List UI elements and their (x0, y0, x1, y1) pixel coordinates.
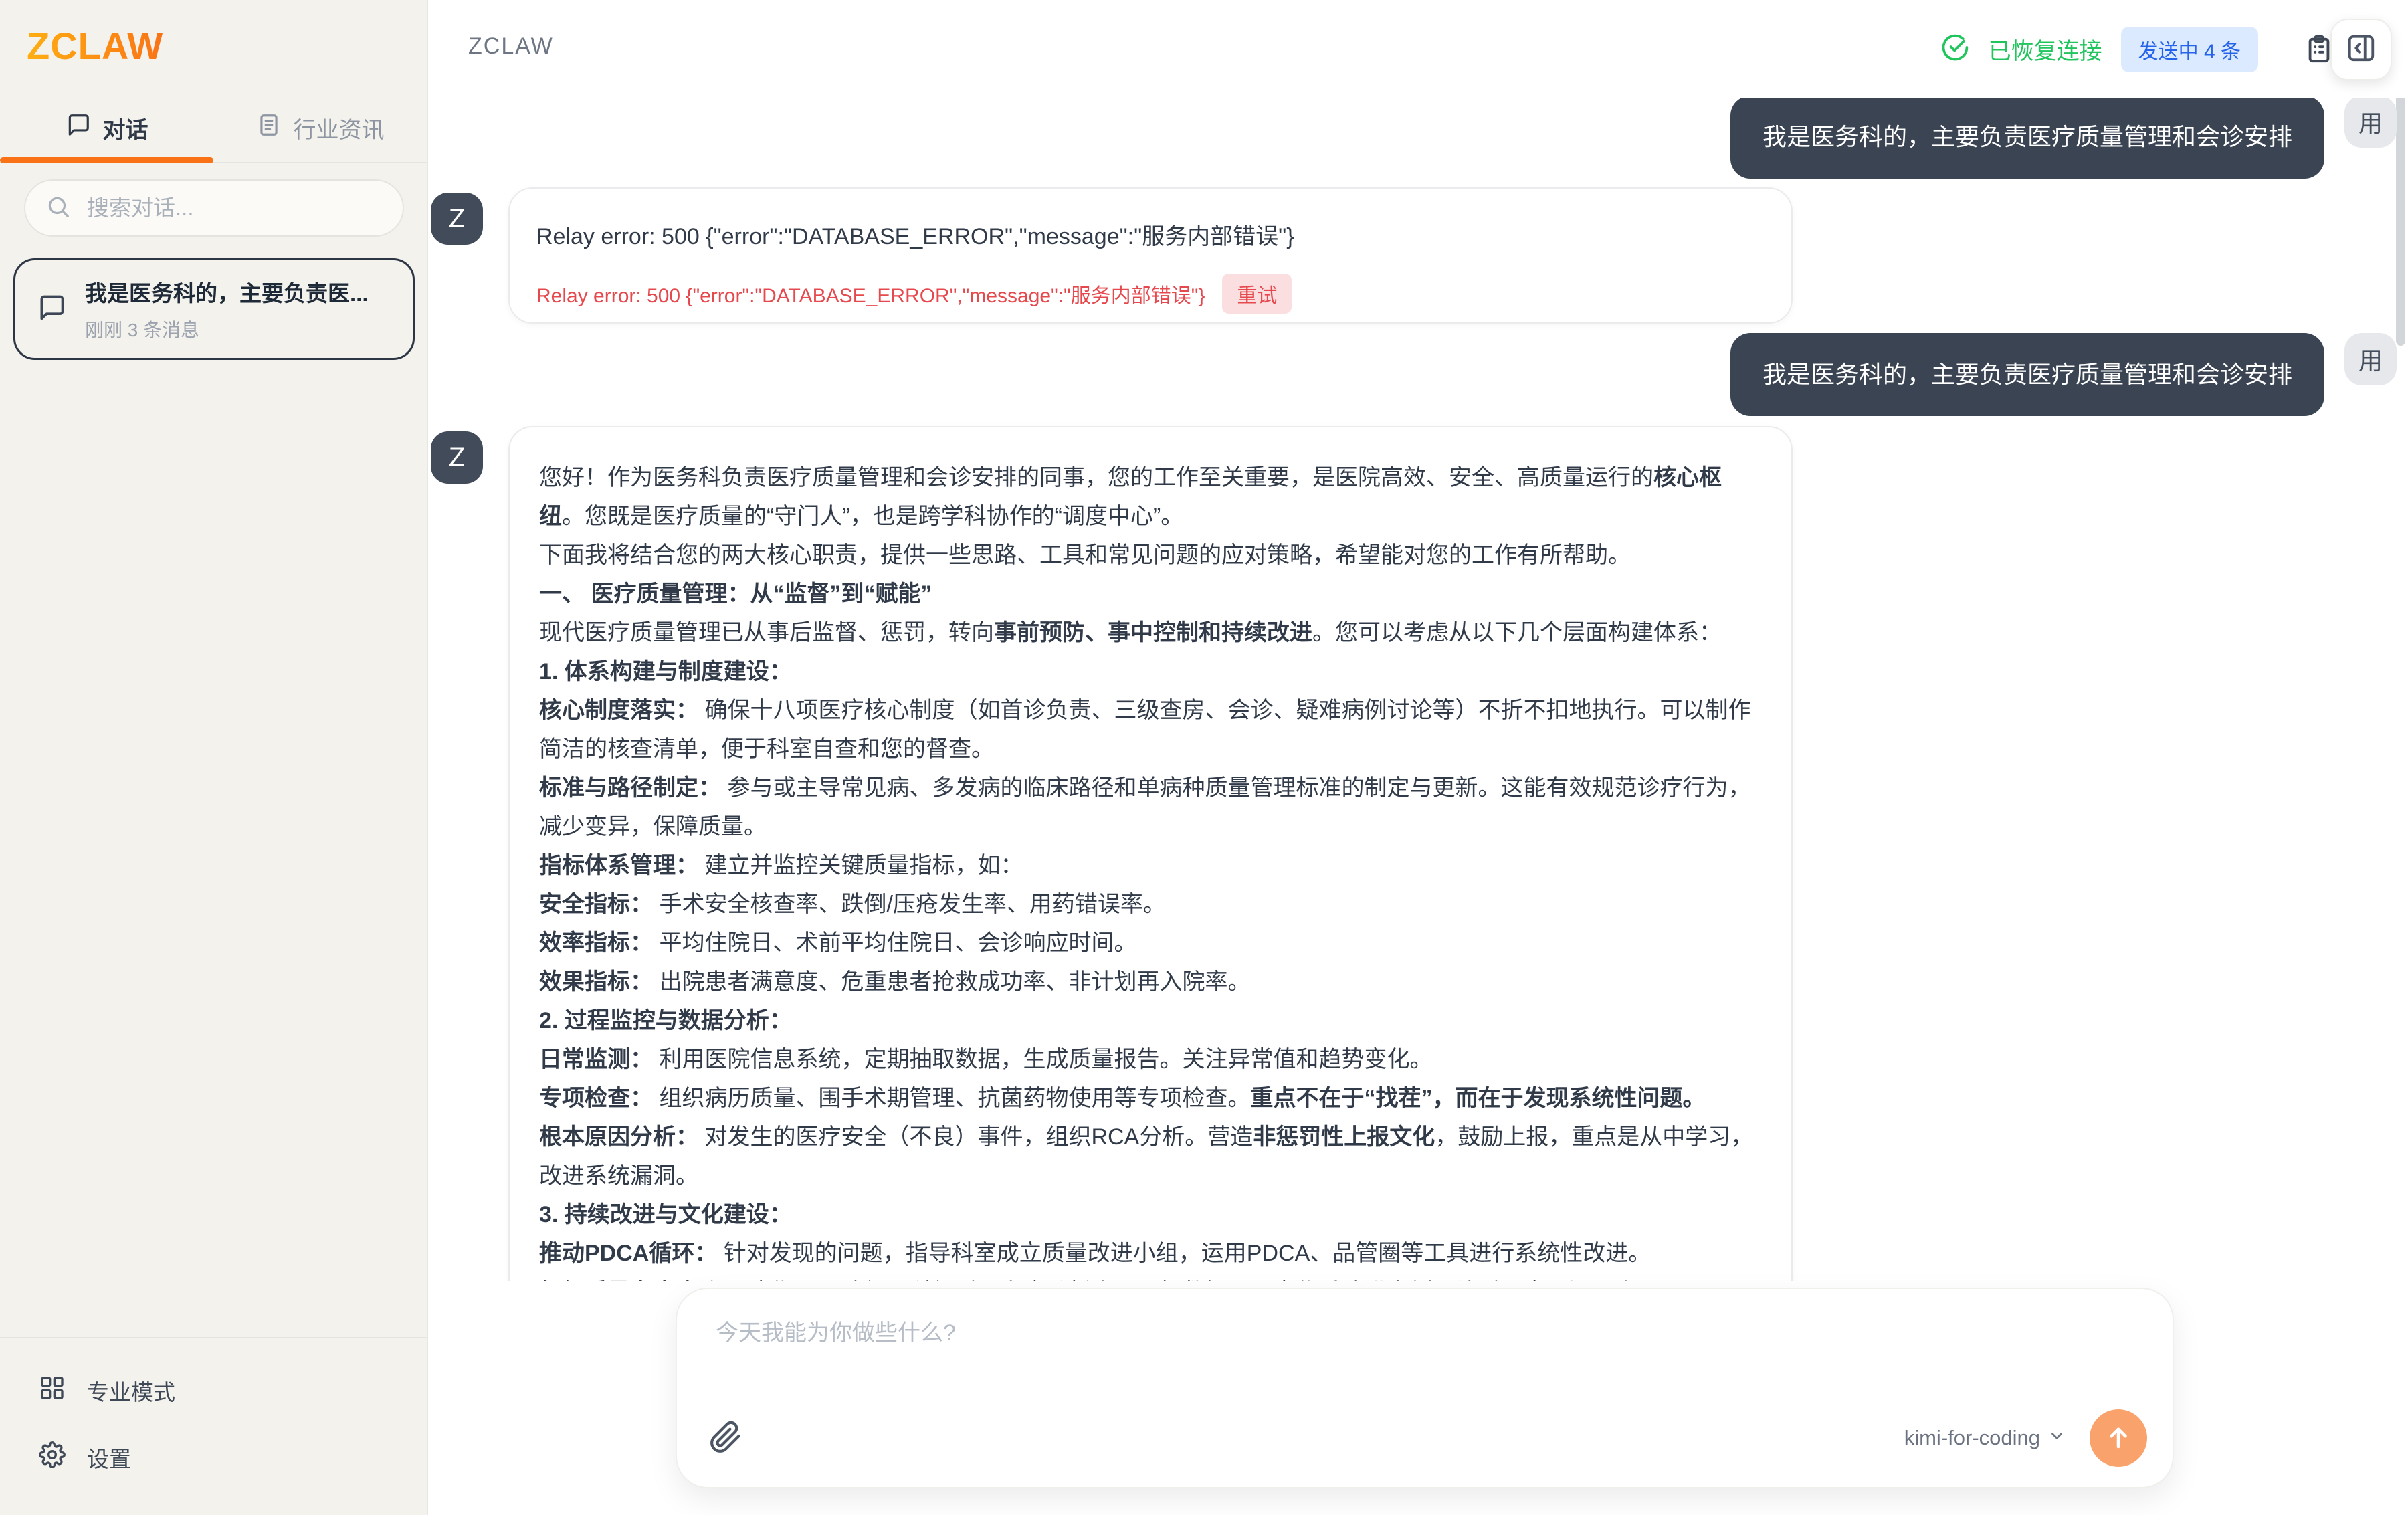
composer-toolbar: kimi-for-coding (709, 1409, 2147, 1467)
user-message-bubble: 我是医务科的，主要负责医疗质量管理和会诊安排 (1730, 98, 2324, 179)
error-text-red-row: Relay error: 500 {"error":"DATABASE_ERRO… (536, 274, 1765, 314)
search-input[interactable] (86, 195, 383, 221)
model-name: kimi-for-coding (1904, 1426, 2040, 1450)
sidebar-footer: 专业模式 设置 (0, 1337, 427, 1515)
collapse-panel-button[interactable] (2330, 19, 2392, 80)
sidebar-tabs: 对话 行业资讯 (0, 94, 427, 163)
sending-count-badge: 发送中 4 条 (2121, 27, 2258, 72)
chat-header: ZCLAW 已恢复连接 发送中 4 条 (429, 0, 2408, 98)
grid-icon (39, 1375, 66, 1407)
gear-icon (39, 1441, 66, 1474)
conversation-meta: 刚刚 3 条消息 (85, 316, 369, 342)
assistant-message: 您好！作为医务科负责医疗质量管理和会诊安排的同事，您的工作至关重要，是医院高效、… (508, 426, 1793, 1281)
composer: kimi-for-coding (676, 1288, 2174, 1488)
message-input[interactable] (714, 1313, 1985, 1393)
user-message-bubble: 我是医务科的，主要负责医疗质量管理和会诊安排 (1730, 333, 2324, 416)
header-status-group: 已恢复连接 发送中 4 条 (1940, 0, 2392, 98)
sidebar-item-label: 专业模式 (87, 1375, 175, 1407)
active-tab-underline (0, 157, 213, 163)
search-icon (45, 194, 71, 223)
chevron-down-icon (2048, 1426, 2066, 1450)
scrollbar-thumb[interactable] (2396, 98, 2405, 346)
assistant-avatar: Z (431, 193, 483, 245)
search-box (24, 179, 404, 237)
sidebar-item-label: 设置 (87, 1441, 131, 1474)
app-window: ZCLAW 对话 行业资讯 (0, 0, 2408, 1515)
error-text-red: Relay error: 500 {"error":"DATABASE_ERRO… (536, 279, 1205, 308)
check-circle-icon (1940, 33, 1970, 66)
conversation-list-item[interactable]: 我是医务科的，主要负责医... 刚刚 3 条消息 (13, 258, 415, 360)
chat-title: ZCLAW (468, 33, 554, 60)
chat-bubble-icon (37, 293, 66, 326)
send-button[interactable] (2090, 1409, 2147, 1467)
user-avatar: 用 (2344, 333, 2397, 385)
conversation-title: 我是医务科的，主要负责医... (85, 276, 369, 308)
panel-collapse-icon (2346, 33, 2377, 66)
assistant-paragraphs: 您好！作为医务科负责医疗质量管理和会诊安排的同事，您的工作至关重要，是医院高效、… (539, 458, 1762, 1281)
user-message-row: 我是医务科的，主要负责医疗质量管理和会诊安排 用 (1730, 333, 2397, 416)
sidebar: ZCLAW 对话 行业资讯 (0, 0, 428, 1515)
tab-label: 对话 (103, 112, 148, 144)
sidebar-item-settings[interactable]: 设置 (0, 1424, 427, 1491)
error-text: Relay error: 500 {"error":"DATABASE_ERRO… (536, 218, 1765, 251)
model-selector[interactable]: kimi-for-coding (1904, 1426, 2066, 1450)
paperclip-icon (709, 1421, 742, 1456)
chat-bubble-icon (66, 112, 91, 144)
news-icon (256, 112, 282, 144)
connection-status: 已恢复连接 (1989, 33, 2102, 66)
retry-button[interactable]: 重试 (1222, 274, 1292, 314)
app-logo: ZCLAW (27, 24, 163, 68)
sidebar-item-professional-mode[interactable]: 专业模式 (0, 1357, 427, 1424)
composer-right-tools: kimi-for-coding (1904, 1409, 2147, 1467)
tab-industry-news[interactable]: 行业资讯 (213, 94, 427, 162)
tab-label: 行业资讯 (294, 112, 385, 144)
assistant-avatar: Z (431, 431, 483, 484)
attach-file-button[interactable] (709, 1421, 742, 1456)
assistant-error-message: Relay error: 500 {"error":"DATABASE_ERRO… (508, 187, 1793, 324)
tab-conversations[interactable]: 对话 (0, 94, 213, 162)
arrow-up-icon (2104, 1423, 2132, 1453)
message-list: 我是医务科的，主要负责医疗质量管理和会诊安排 用 Z Relay error: … (429, 98, 2408, 1281)
user-avatar: 用 (2344, 98, 2397, 148)
user-message-row: 我是医务科的，主要负责医疗质量管理和会诊安排 用 (1730, 98, 2397, 179)
